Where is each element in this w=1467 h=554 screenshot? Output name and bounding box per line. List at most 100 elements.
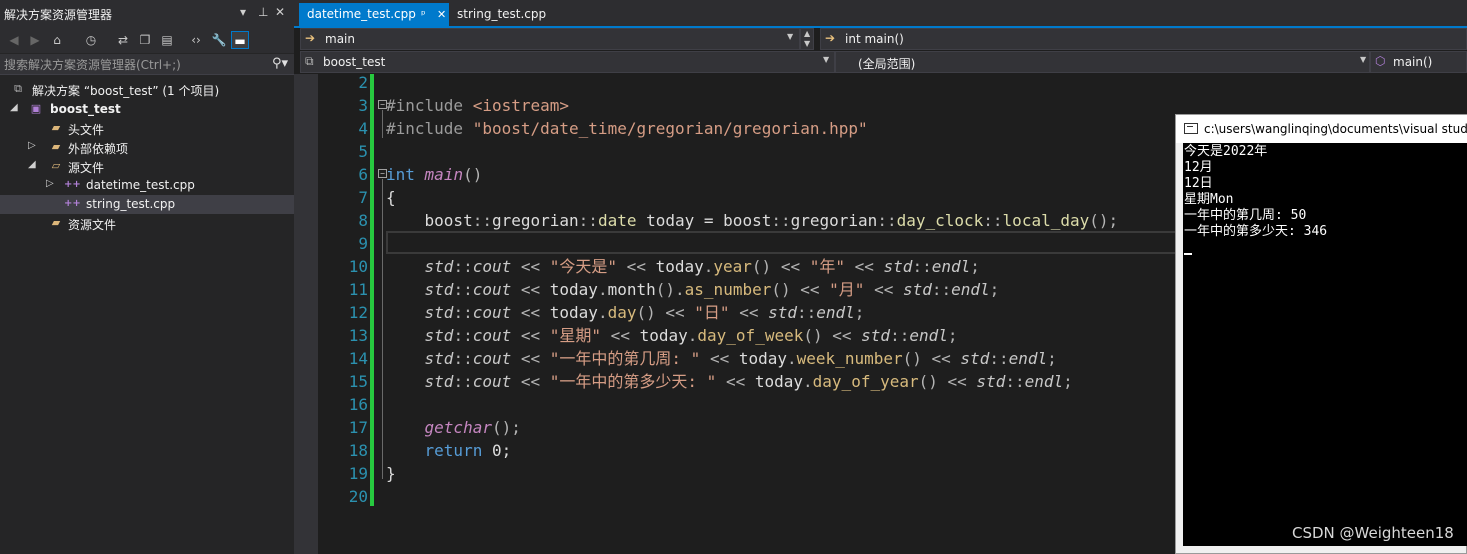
tree-item-label: 资源文件 [68, 218, 117, 232]
config-dropdown[interactable]: ➔ main ▼ [300, 28, 800, 50]
line-number: 18 [348, 441, 368, 460]
member-dropdown[interactable]: ⬡ main() [1370, 51, 1467, 73]
solution-explorer-titlebar: 解决方案资源管理器 ▾ ⊥ ✕ [0, 0, 294, 28]
console-app-icon [1184, 123, 1198, 134]
chevron-down-icon: ▼ [823, 55, 830, 64]
line-number: 10 [348, 257, 368, 276]
watermark: CSDN @Weighteen18 [1292, 524, 1454, 542]
scope-value: (全局范围) [858, 57, 916, 71]
tab-string-test[interactable]: string_test.cpp [449, 3, 559, 26]
cpp-file-icon: ++ [64, 179, 81, 190]
tab-label: string_test.cpp [457, 7, 547, 21]
code-line-12: std::cout << today.day() << "日" << std::… [424, 303, 865, 322]
console-line: 星期Mon [1184, 192, 1234, 207]
project-value: boost_test [323, 55, 386, 69]
console-line: 今天是2022年 [1184, 144, 1268, 159]
sync-icon[interactable]: ⇄ [114, 31, 132, 49]
close-icon[interactable]: ✕ [275, 5, 285, 19]
console-line: 一年中的第几周: 50 [1184, 208, 1307, 223]
wrench-icon[interactable]: 🔧 [210, 31, 228, 49]
expand-arrow-icon[interactable]: ◢ [28, 159, 36, 170]
collapse-all-icon[interactable]: ❐ [136, 31, 154, 49]
tree-item-label: boost_test [50, 102, 121, 116]
code-line-18: return 0; [424, 441, 512, 460]
code-line-6: int main() [386, 165, 483, 184]
console-line: 12月 [1184, 160, 1213, 175]
console-title: c:\users\wanglinqing\documents\visual st… [1204, 122, 1467, 136]
line-number: 6 [358, 165, 368, 184]
tree-item-string-test[interactable]: ++ string_test.cpp [0, 195, 294, 214]
change-tracking-bar [370, 74, 374, 506]
pin-icon[interactable]: ᵖ [421, 3, 426, 26]
scope-dropdown[interactable]: (全局范围) ▼ [835, 51, 1370, 73]
fold-guide [382, 110, 383, 138]
code-line-19: } [386, 464, 396, 483]
solution-search-box: ⚲▾ [0, 54, 294, 75]
line-number: 20 [348, 487, 368, 506]
pin-icon[interactable]: ⊥ [258, 5, 268, 19]
console-titlebar[interactable]: c:\users\wanglinqing\documents\visual st… [1176, 115, 1467, 143]
console-output: 今天是2022年 12月 12日 星期Mon 一年中的第几周: 50 一年中的第… [1183, 143, 1467, 546]
dropdown-icon[interactable]: ▾ [240, 5, 246, 19]
collapsed-arrow-icon[interactable]: ▷ [46, 178, 54, 189]
tree-item-label: 外部依赖项 [68, 142, 129, 156]
line-number: 12 [348, 303, 368, 322]
tree-item-label: string_test.cpp [86, 197, 176, 211]
console-cursor [1184, 253, 1192, 255]
arrow-right-icon: ➔ [305, 31, 316, 45]
console-line: 一年中的第多少天: 346 [1184, 224, 1328, 239]
search-icon[interactable]: ⚲▾ [272, 56, 288, 71]
code-line-10: std::cout << "今天是" << today.year() << "年… [424, 257, 980, 276]
tree-item-project[interactable]: ◢ ▣ boost_test [0, 100, 294, 119]
tree-item-headers[interactable]: ▰ 头文件 [0, 119, 294, 138]
panel-title: 解决方案资源管理器 [4, 8, 113, 22]
console-window[interactable]: c:\users\wanglinqing\documents\visual st… [1175, 114, 1467, 554]
search-input[interactable] [0, 54, 258, 75]
arrow-right-icon: ➔ [825, 31, 836, 45]
line-number: 15 [348, 372, 368, 391]
spin-buttons[interactable]: ▲ ▼ [800, 28, 814, 50]
solution-explorer-toolbar: ◀ ▶ ⌂ ◷ ⇄ ❐ ▤ ‹› 🔧 ▬ [0, 28, 294, 53]
forward-icon[interactable]: ▶ [26, 31, 44, 49]
history-icon[interactable]: ◷ [82, 31, 100, 49]
tab-label: datetime_test.cpp [307, 7, 416, 21]
code-line-13: std::cout << "星期" << today.day_of_week()… [424, 326, 958, 345]
home-icon[interactable]: ⌂ [48, 31, 66, 49]
close-icon[interactable]: ✕ [437, 3, 446, 26]
chevron-down-icon: ▼ [787, 32, 794, 41]
project-icon: ▣ [30, 102, 42, 115]
code-line-8: boost::gregorian::date today = boost::gr… [424, 211, 1119, 230]
method-cube-icon: ⬡ [1375, 54, 1386, 68]
tree-item-external-deps[interactable]: ▷ ▰ 外部依赖项 [0, 138, 294, 157]
show-all-files-icon[interactable]: ▤ [158, 31, 176, 49]
function-value: int main() [845, 32, 904, 46]
line-number: 14 [348, 349, 368, 368]
back-icon[interactable]: ◀ [5, 31, 23, 49]
code-line-15: std::cout << "一年中的第多少天: " << today.day_o… [424, 372, 1073, 391]
chevron-down-icon[interactable]: ▼ [804, 39, 810, 48]
line-number: 7 [358, 188, 368, 207]
view-code-icon[interactable]: ‹› [187, 31, 205, 49]
code-line-4: #include "boost/date_time/gregorian/greg… [386, 119, 868, 138]
config-value: main [325, 32, 355, 46]
project-dropdown[interactable]: ⧉ boost_test ▼ [300, 51, 835, 73]
tab-datetime-test[interactable]: datetime_test.cpp ᵖ ✕ [299, 3, 449, 26]
tree-item-label: 解决方案 “boost_test” (1 个项目) [32, 84, 220, 98]
function-dropdown[interactable]: ➔ int main() [820, 28, 1467, 50]
tree-item-sources[interactable]: ◢ ▱ 源文件 [0, 157, 294, 176]
console-line: 12日 [1184, 176, 1213, 191]
chevron-up-icon[interactable]: ▲ [804, 29, 810, 38]
line-number: 19 [348, 464, 368, 483]
tree-item-datetime-test[interactable]: ▷ ++ datetime_test.cpp [0, 176, 294, 195]
chevron-down-icon: ▼ [1360, 55, 1367, 64]
tree-item-solution[interactable]: ⧉ 解决方案 “boost_test” (1 个项目) [0, 80, 294, 99]
line-number: 16 [348, 395, 368, 414]
line-number: 4 [358, 119, 368, 138]
tree-item-resources[interactable]: ▰ 资源文件 [0, 214, 294, 233]
expand-arrow-icon[interactable]: ◢ [10, 102, 18, 113]
folder-open-icon: ▱ [51, 159, 61, 172]
preview-icon[interactable]: ▬ [231, 31, 249, 49]
folder-icon: ▰ [51, 121, 61, 134]
collapsed-arrow-icon[interactable]: ▷ [28, 140, 36, 151]
tree-item-label: datetime_test.cpp [86, 178, 195, 192]
